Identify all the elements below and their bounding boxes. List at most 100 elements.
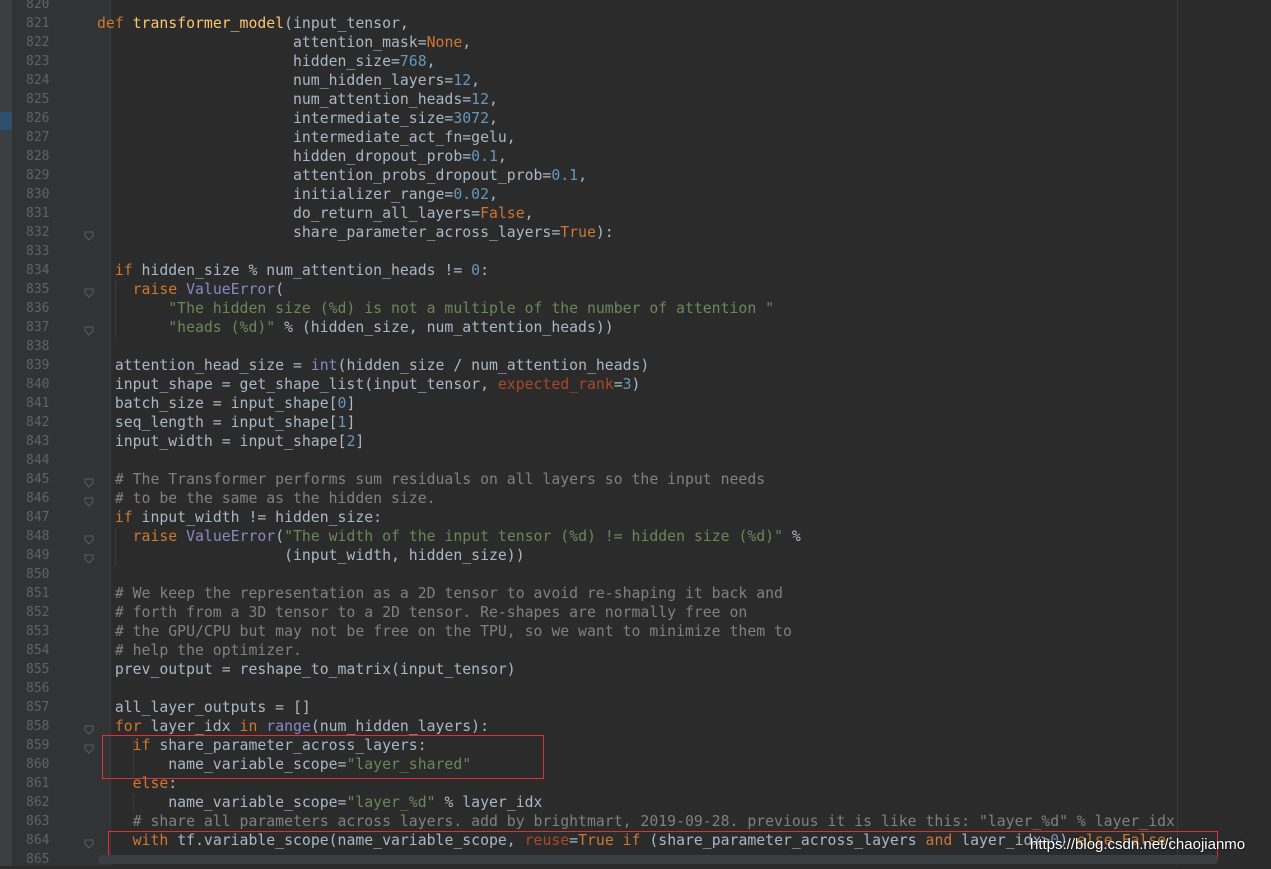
code-line[interactable]: 848 raise ValueError("The width of the i… — [0, 527, 1271, 546]
line-number: 827 — [26, 130, 50, 145]
code-token: int — [310, 357, 338, 374]
code-token: : — [480, 262, 490, 279]
code-line[interactable]: 856 — [0, 679, 1271, 698]
code-token: 0.02 — [453, 186, 489, 203]
code-line[interactable]: 849 (input_width, hidden_size)) — [0, 546, 1271, 565]
line-number: 837 — [26, 320, 50, 335]
line-number: 842 — [26, 415, 50, 430]
code-text: attention_mask=None, — [97, 33, 471, 52]
code-token: , — [462, 34, 472, 51]
code-line[interactable]: 855 prev_output = reshape_to_matrix(inpu… — [0, 660, 1271, 679]
code-line[interactable]: 851 # We keep the representation as a 2D… — [0, 584, 1271, 603]
code-text: # help the optimizer. — [97, 641, 302, 660]
code-line[interactable]: 839 attention_head_size = int(hidden_siz… — [0, 356, 1271, 375]
code-line[interactable]: 837 "heads (%d)" % (hidden_size, num_att… — [0, 318, 1271, 337]
code-token: expected_rank — [497, 376, 614, 393]
fold-marker-icon[interactable] — [84, 474, 94, 488]
code-text: "heads (%d)" % (hidden_size, num_attenti… — [97, 318, 613, 337]
code-line[interactable]: 844 — [0, 451, 1271, 470]
code-line[interactable]: 822 attention_mask=None, — [0, 33, 1271, 52]
code-line[interactable]: 826 intermediate_size=3072, — [0, 109, 1271, 128]
code-line[interactable]: 862 name_variable_scope="layer_%d" % lay… — [0, 793, 1271, 812]
code-text: # The Transformer performs sum residuals… — [97, 470, 765, 489]
code-line[interactable]: 823 hidden_size=768, — [0, 52, 1271, 71]
code-line[interactable]: 842 seq_length = input_shape[1] — [0, 413, 1271, 432]
code-line[interactable]: 852 # forth from a 3D tensor to a 2D ten… — [0, 603, 1271, 622]
code-line[interactable]: 845 # The Transformer performs sum resid… — [0, 470, 1271, 489]
code-line[interactable]: 829 attention_probs_dropout_prob=0.1, — [0, 166, 1271, 185]
code-line[interactable]: 850 — [0, 565, 1271, 584]
code-token: initializer_range= — [97, 186, 454, 203]
code-text: num_attention_heads=12, — [97, 90, 498, 109]
code-text: # forth from a 3D tensor to a 2D tensor.… — [97, 603, 748, 622]
watermark: https://blog.csdn.net/chaojianmo — [1030, 836, 1246, 853]
fold-marker-icon[interactable] — [84, 322, 94, 336]
code-line[interactable]: 836 "The hidden size (%d) is not a multi… — [0, 299, 1271, 318]
code-line[interactable]: 847 if input_width != hidden_size: — [0, 508, 1271, 527]
code-line[interactable]: 858 for layer_idx in range(num_hidden_la… — [0, 717, 1271, 736]
code-token: raise — [97, 528, 187, 545]
fold-marker-icon[interactable] — [84, 493, 94, 507]
code-line[interactable]: 835 raise ValueError( — [0, 280, 1271, 299]
line-number: 848 — [26, 529, 50, 544]
code-token: intermediate_size= — [97, 110, 454, 127]
line-number: 859 — [26, 738, 50, 753]
code-line[interactable]: 833 — [0, 242, 1271, 261]
line-number: 820 — [26, 0, 50, 12]
code-token: # We keep the representation as a 2D ten… — [97, 585, 783, 602]
code-line[interactable]: 821 def transformer_model(input_tensor, — [0, 14, 1271, 33]
horizontal-scrollbar[interactable] — [98, 855, 1218, 864]
code-token: , — [497, 148, 507, 165]
code-token: None — [426, 34, 463, 51]
code-line[interactable]: 863 # share all parameters across layers… — [0, 812, 1271, 831]
code-token: num_attention_heads= — [97, 91, 472, 108]
line-number: 838 — [26, 339, 50, 354]
code-line[interactable]: 834 if hidden_size % num_attention_heads… — [0, 261, 1271, 280]
fold-marker-icon[interactable] — [84, 227, 94, 241]
code-line[interactable]: 832 share_parameter_across_layers=True): — [0, 223, 1271, 242]
code-token: range — [266, 718, 311, 735]
code-token: hidden_dropout_prob= — [97, 148, 472, 165]
code-token: all_layer_outputs = [] — [97, 699, 311, 716]
line-number: 857 — [26, 700, 50, 715]
line-number: 823 — [26, 54, 50, 69]
fold-marker-icon[interactable] — [84, 531, 94, 545]
code-line[interactable]: 843 input_width = input_shape[2] — [0, 432, 1271, 451]
code-line[interactable]: 824 num_hidden_layers=12, — [0, 71, 1271, 90]
fold-marker-icon[interactable] — [84, 835, 94, 849]
code-line[interactable]: 841 batch_size = input_shape[0] — [0, 394, 1271, 413]
fold-marker-icon[interactable] — [84, 550, 94, 564]
code-line[interactable]: 820 — [0, 0, 1271, 14]
code-line[interactable]: 825 num_attention_heads=12, — [0, 90, 1271, 109]
fold-marker-icon[interactable] — [84, 740, 94, 754]
fold-marker-icon[interactable] — [84, 721, 94, 735]
code-line[interactable]: 838 — [0, 337, 1271, 356]
code-token: batch_size = input_shape[ — [97, 395, 338, 412]
code-text: initializer_range=0.02, — [97, 185, 498, 204]
code-text: hidden_dropout_prob=0.1, — [97, 147, 507, 166]
fold-marker-icon[interactable] — [84, 284, 94, 298]
line-number: 862 — [26, 795, 50, 810]
code-line[interactable]: 827 intermediate_act_fn=gelu, — [0, 128, 1271, 147]
code-line[interactable]: 846 # to be the same as the hidden size. — [0, 489, 1271, 508]
code-text: num_hidden_layers=12, — [97, 71, 480, 90]
code-token: raise — [97, 281, 187, 298]
code-token: 12 — [471, 91, 489, 108]
line-number: 851 — [26, 586, 50, 601]
code-token: (hidden_size / num_attention_heads) — [337, 357, 650, 374]
code-line[interactable]: 854 # help the optimizer. — [0, 641, 1271, 660]
code-line[interactable]: 853 # the GPU/CPU but may not be free on… — [0, 622, 1271, 641]
code-line[interactable]: 830 initializer_range=0.02, — [0, 185, 1271, 204]
code-text: prev_output = reshape_to_matrix(input_te… — [97, 660, 516, 679]
line-number: 822 — [26, 35, 50, 50]
code-token: attention_head_size = — [97, 357, 311, 374]
line-number: 846 — [26, 491, 50, 506]
code-line[interactable]: 828 hidden_dropout_prob=0.1, — [0, 147, 1271, 166]
code-text: "The hidden size (%d) is not a multiple … — [97, 299, 774, 318]
code-line[interactable]: 840 input_shape = get_shape_list(input_t… — [0, 375, 1271, 394]
code-token: # forth from a 3D tensor to a 2D tensor.… — [97, 604, 748, 621]
indent-guide — [115, 281, 116, 338]
code-line[interactable]: 831 do_return_all_layers=False, — [0, 204, 1271, 223]
code-line[interactable]: 857 all_layer_outputs = [] — [0, 698, 1271, 717]
code-token: input_width = input_shape[ — [97, 433, 347, 450]
